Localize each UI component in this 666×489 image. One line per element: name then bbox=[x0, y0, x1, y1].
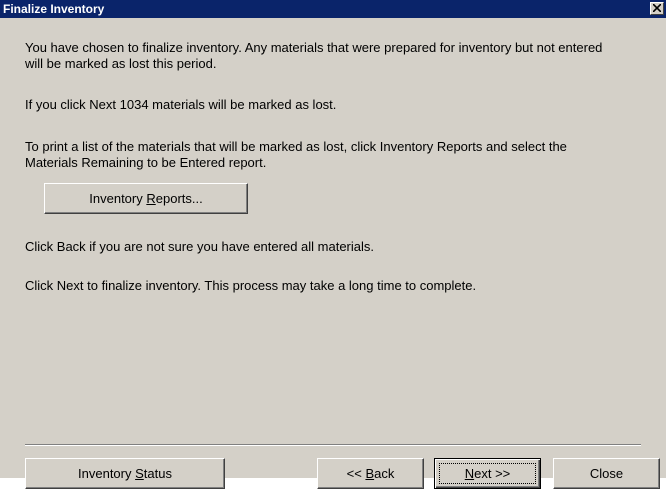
lost-count-text: If you click Next 1034 materials will be… bbox=[25, 97, 337, 112]
window-close-button[interactable] bbox=[650, 2, 664, 15]
focus-indicator bbox=[439, 463, 536, 484]
title-bar[interactable]: Finalize Inventory bbox=[0, 0, 666, 18]
inventory-status-button[interactable]: Inventory Status bbox=[25, 458, 225, 489]
inventory-status-button-label: Inventory Status bbox=[78, 466, 172, 481]
intro-text: You have chosen to finalize inventory. A… bbox=[25, 40, 603, 71]
footer-separator bbox=[25, 444, 641, 446]
finalize-inventory-dialog: Finalize Inventory You have chosen to fi… bbox=[0, 0, 666, 489]
inventory-reports-button-label: Inventory Reports... bbox=[89, 191, 203, 206]
next-button[interactable]: Next >> bbox=[434, 458, 541, 489]
inventory-reports-button[interactable]: Inventory Reports... bbox=[44, 183, 248, 214]
close-button[interactable]: Close bbox=[553, 458, 660, 489]
back-button[interactable]: << Back bbox=[317, 458, 424, 489]
back-button-label: << Back bbox=[346, 466, 395, 481]
back-instructions-text: Click Back if you are not sure you have … bbox=[25, 239, 375, 254]
close-icon bbox=[653, 4, 661, 12]
next-instructions-text: Click Next to finalize inventory. This p… bbox=[25, 278, 477, 293]
window-title: Finalize Inventory bbox=[3, 2, 105, 16]
print-instructions-text: To print a list of the materials that wi… bbox=[25, 139, 567, 170]
